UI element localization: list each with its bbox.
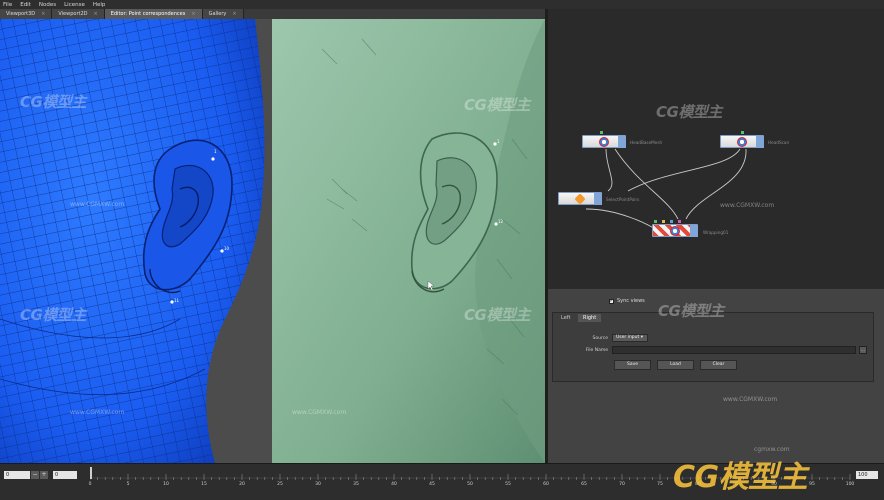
output-port[interactable] bbox=[690, 225, 698, 237]
menu-nodes[interactable]: Nodes bbox=[36, 2, 61, 8]
menu-help[interactable]: Help bbox=[90, 2, 111, 8]
node-label: HeadBaseMesh bbox=[630, 140, 663, 145]
increment-button[interactable]: + bbox=[40, 471, 48, 479]
watermark-logo: CG模型主 bbox=[464, 96, 530, 114]
watermark-url: www.CGMXW.com bbox=[720, 202, 775, 209]
point-label: 10 bbox=[224, 246, 230, 251]
file-name-label: File Name bbox=[585, 348, 608, 353]
sync-views-checkbox[interactable]: ✓ bbox=[609, 298, 614, 304]
browse-button[interactable]: ... bbox=[859, 346, 867, 354]
output-port[interactable] bbox=[756, 136, 764, 148]
current-frame-input[interactable]: 0 bbox=[53, 471, 77, 479]
input-pin[interactable] bbox=[678, 220, 681, 223]
select-points-icon bbox=[574, 193, 586, 205]
point-label: 1 bbox=[214, 149, 217, 154]
node-label: HeadScan bbox=[768, 140, 790, 145]
tab-point-correspondences[interactable]: Editor: Point correspondences × bbox=[104, 9, 203, 19]
node-head-scan[interactable] bbox=[720, 135, 764, 148]
decrement-button[interactable]: − bbox=[31, 471, 39, 479]
save-button[interactable]: Save bbox=[614, 360, 651, 370]
file-name-input[interactable] bbox=[612, 346, 856, 354]
timeline-tick-label: 0 bbox=[88, 482, 92, 487]
tab-right[interactable]: Right bbox=[578, 314, 602, 322]
menu-license[interactable]: License bbox=[61, 2, 90, 8]
wrap-icon bbox=[670, 226, 680, 236]
point-label: 11 bbox=[174, 298, 180, 303]
point-label: 1 bbox=[497, 139, 500, 144]
clear-button[interactable]: Clear bbox=[700, 360, 737, 370]
tab-viewport3d[interactable]: Viewport3D × bbox=[0, 9, 53, 19]
tab-bar: Viewport3D × Viewport2D × Editor: Point co… bbox=[0, 9, 545, 19]
timeline-tick-label: 50 bbox=[467, 482, 473, 487]
timeline-tick-label: 40 bbox=[391, 482, 397, 487]
menu-edit[interactable]: Edit bbox=[17, 2, 36, 8]
close-icon[interactable]: × bbox=[41, 11, 45, 17]
watermark-url: cgmxw.com bbox=[754, 446, 790, 453]
watermark-url: www.CGMXW.com bbox=[723, 396, 778, 403]
node-wrapping[interactable] bbox=[652, 224, 698, 237]
timeline-tick-label: 60 bbox=[543, 482, 549, 487]
timeline-tick-label: 55 bbox=[505, 482, 511, 487]
watermark-url: www.CGMXW.com bbox=[70, 409, 125, 416]
input-pin[interactable] bbox=[654, 220, 657, 223]
timeline-tick-label: 25 bbox=[277, 482, 283, 487]
watermark-logo: CG模型主 bbox=[464, 306, 530, 324]
timeline-tick-label: 65 bbox=[581, 482, 587, 487]
node-head-base-mesh[interactable] bbox=[582, 135, 626, 148]
output-port[interactable] bbox=[618, 136, 626, 148]
input-pin[interactable] bbox=[662, 220, 665, 223]
output-port[interactable] bbox=[594, 193, 602, 205]
watermark-url: www.CGMXW.com bbox=[292, 409, 347, 416]
watermark-logo: CG模型主 bbox=[20, 306, 86, 324]
menu-file[interactable]: File bbox=[0, 2, 17, 8]
timeline-tick-label: 5 bbox=[126, 482, 130, 487]
timeline-tick-label: 45 bbox=[429, 482, 435, 487]
source-label: Source bbox=[592, 336, 608, 341]
timeline-tick-label: 20 bbox=[239, 482, 245, 487]
chevron-down-icon: ▾ bbox=[640, 335, 643, 340]
timeline-bar: 0 − + 0 100 0 5 10 15 20 25 30 35 40 45 50 55 60 65 70… bbox=[0, 446, 884, 500]
watermark-logo-large: CG模型主 bbox=[673, 460, 808, 495]
left-viewport-base-mesh[interactable]: 1 10 11 CG模型主 CG模型主 www.CGMXW.com www.CG… bbox=[0, 19, 272, 463]
tab-gallery[interactable]: Gallery × bbox=[202, 9, 244, 19]
menu-bar: File Edit Nodes License Help bbox=[0, 0, 884, 9]
mesh-icon bbox=[599, 137, 609, 147]
node-select-point-pairs[interactable] bbox=[558, 192, 602, 205]
close-icon[interactable]: × bbox=[191, 11, 195, 17]
input-pin[interactable] bbox=[670, 220, 673, 223]
node-connections bbox=[585, 148, 747, 232]
node-label: Wrapping01 bbox=[703, 230, 729, 235]
properties-panel: ✓ Sync views Left Right Source User inpu… bbox=[548, 289, 884, 463]
timeline-tick-label: 30 bbox=[315, 482, 321, 487]
timeline-tick-label: 100 bbox=[845, 482, 855, 487]
source-select[interactable]: User input ▾ bbox=[612, 334, 648, 342]
timeline-tick-label: 95 bbox=[809, 482, 815, 487]
tab-viewport2d[interactable]: Viewport2D × bbox=[52, 9, 105, 19]
input-pin[interactable] bbox=[741, 131, 744, 134]
base-mesh-render bbox=[0, 19, 265, 463]
mesh-icon bbox=[737, 137, 747, 147]
scan-render bbox=[272, 19, 545, 463]
tab-left[interactable]: Left bbox=[556, 314, 576, 322]
start-frame-input[interactable]: 0 bbox=[4, 471, 30, 479]
input-pin[interactable] bbox=[600, 131, 603, 134]
right-viewport-scan[interactable]: 1 12 CG模型主 CG模型主 www.CGMXW.com bbox=[272, 19, 545, 463]
timeline-tick-label: 10 bbox=[163, 482, 169, 487]
timeline-tick-label: 70 bbox=[619, 482, 625, 487]
close-icon[interactable]: × bbox=[94, 11, 98, 17]
close-icon[interactable]: × bbox=[232, 11, 236, 17]
watermark-logo: CG模型主 bbox=[658, 302, 724, 320]
load-button[interactable]: Load bbox=[657, 360, 694, 370]
timeline-tick-label: 35 bbox=[353, 482, 359, 487]
timeline-tick-label: 15 bbox=[201, 482, 207, 487]
watermark-logo: CG模型主 bbox=[656, 103, 722, 121]
watermark-url: www.CGMXW.com bbox=[70, 201, 125, 208]
watermark-logo: CG模型主 bbox=[20, 93, 86, 111]
node-graph-panel[interactable]: HeadBaseMesh HeadScan SelectPointPairs W… bbox=[548, 9, 884, 288]
timeline-tick-label: 75 bbox=[657, 482, 663, 487]
sync-views-toggle[interactable]: ✓ Sync views bbox=[609, 298, 645, 304]
point-label: 12 bbox=[498, 219, 504, 224]
node-label: SelectPointPairs bbox=[606, 197, 640, 202]
